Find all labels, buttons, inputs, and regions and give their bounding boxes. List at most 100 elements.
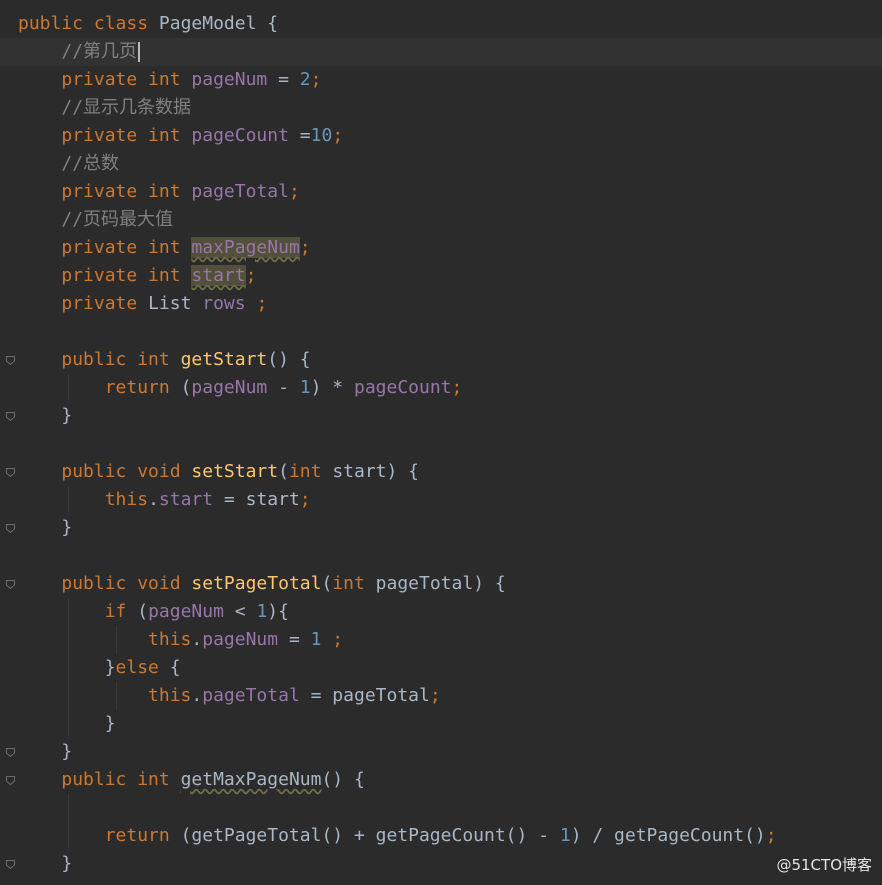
code-line[interactable]: private int start; (0, 262, 882, 290)
code-line[interactable]: return (pageNum - 1) * pageCount; (0, 374, 882, 402)
code-line-text: //总数 (18, 150, 119, 178)
code-token: private int (61, 181, 192, 202)
code-line[interactable]: private int maxPageNum; (0, 234, 882, 262)
code-token: ; (288, 181, 300, 202)
code-line[interactable]: } (0, 738, 882, 766)
indent-guide (68, 486, 69, 514)
code-token: //页码最大值 (61, 209, 174, 230)
code-token: 1 (299, 377, 311, 398)
code-line[interactable] (0, 318, 882, 346)
code-line-text: public void setPageTotal(int pageTotal) … (18, 570, 505, 598)
code-line[interactable]: private List rows ; (0, 290, 882, 318)
code-line[interactable]: } (0, 710, 882, 738)
code-line[interactable]: if (pageNum < 1){ (0, 598, 882, 626)
code-line[interactable]: return (getPageTotal() + getPageCount() … (0, 822, 882, 850)
code-line[interactable]: } (0, 402, 882, 430)
code-token: 2 (299, 69, 311, 90)
code-token: (getPageTotal() + getPageCount() - (180, 825, 560, 846)
code-line[interactable]: private int pageTotal; (0, 178, 882, 206)
code-token: private (61, 293, 149, 314)
code-line[interactable]: } (0, 514, 882, 542)
code-line-text: public int getStart() { (18, 346, 310, 374)
indent-guide (68, 598, 69, 738)
code-line-text: } (18, 514, 72, 542)
code-token: ) * (310, 377, 354, 398)
code-line[interactable]: //第几页 (0, 38, 882, 66)
code-line-text: } (18, 402, 72, 430)
code-line[interactable]: public void setPageTotal(int pageTotal) … (0, 570, 882, 598)
code-token: setStart (191, 461, 279, 482)
code-token: setPageTotal (191, 573, 322, 594)
code-line[interactable] (0, 430, 882, 458)
code-token: //总数 (61, 153, 120, 174)
fold-marker-icon[interactable] (6, 580, 15, 589)
code-token: List (148, 293, 203, 314)
code-token: = pageTotal (299, 685, 430, 706)
fold-marker-icon[interactable] (6, 468, 15, 477)
fold-marker-icon[interactable] (6, 748, 15, 757)
code-line-text: } (18, 710, 116, 738)
code-line-text: //页码最大值 (18, 206, 173, 234)
code-token: () { (321, 769, 365, 790)
indent-guide (116, 682, 117, 710)
code-line-text: private int pageCount =10; (18, 122, 343, 150)
code-token: ; (451, 377, 463, 398)
code-line[interactable]: //总数 (0, 150, 882, 178)
code-line[interactable]: private int pageCount =10; (0, 122, 882, 150)
code-token: ){ (267, 601, 289, 622)
fold-marker-icon[interactable] (6, 860, 15, 869)
code-line[interactable]: //显示几条数据 (0, 94, 882, 122)
code-token: return (104, 377, 181, 398)
code-line[interactable] (0, 542, 882, 570)
fold-marker-icon[interactable] (6, 412, 15, 421)
code-token: private int (61, 237, 192, 258)
code-token: < (223, 601, 257, 622)
code-token: pageNum (202, 629, 279, 650)
code-token: ; (332, 125, 344, 146)
code-token: pageCount (191, 125, 289, 146)
code-line-text: if (pageNum < 1){ (18, 598, 289, 626)
code-token: - (267, 377, 300, 398)
fold-marker-icon[interactable] (6, 356, 15, 365)
code-editor[interactable]: public class PageModel { //第几页 private i… (0, 0, 882, 885)
code-token: //第几页 (61, 41, 138, 62)
code-token: } (61, 517, 73, 538)
code-token: ) / getPageCount() (570, 825, 766, 846)
code-token: = (288, 125, 311, 146)
code-line-text: }else { (18, 654, 181, 682)
code-line-text: this.pageNum = 1 ; (18, 626, 343, 654)
code-line[interactable]: this.pageTotal = pageTotal; (0, 682, 882, 710)
code-line[interactable]: public int getMaxPageNum() { (0, 766, 882, 794)
code-token: start (158, 489, 214, 510)
code-line[interactable]: }else { (0, 654, 882, 682)
code-line[interactable]: } (0, 850, 882, 878)
code-line[interactable]: private int pageNum = 2; (0, 66, 882, 94)
code-token: private int (61, 125, 192, 146)
code-line[interactable]: //页码最大值 (0, 206, 882, 234)
code-token: } (104, 713, 116, 734)
code-token: public class (18, 13, 159, 34)
code-line-text: public int getMaxPageNum() { (18, 766, 365, 794)
code-line[interactable]: this.start = start; (0, 486, 882, 514)
code-token: pageTotal (202, 685, 300, 706)
code-line[interactable]: public class PageModel { (0, 10, 882, 38)
code-line[interactable] (0, 794, 882, 822)
code-token: = (278, 629, 311, 650)
fold-marker-icon[interactable] (6, 776, 15, 785)
code-line[interactable]: public void setStart(int start) { (0, 458, 882, 486)
indent-guide (116, 626, 117, 654)
code-line[interactable]: public int getStart() { (0, 346, 882, 374)
code-line[interactable]: this.pageNum = 1 ; (0, 626, 882, 654)
code-token: return (104, 825, 181, 846)
fold-marker-icon[interactable] (6, 524, 15, 533)
code-token: ; (299, 237, 311, 258)
